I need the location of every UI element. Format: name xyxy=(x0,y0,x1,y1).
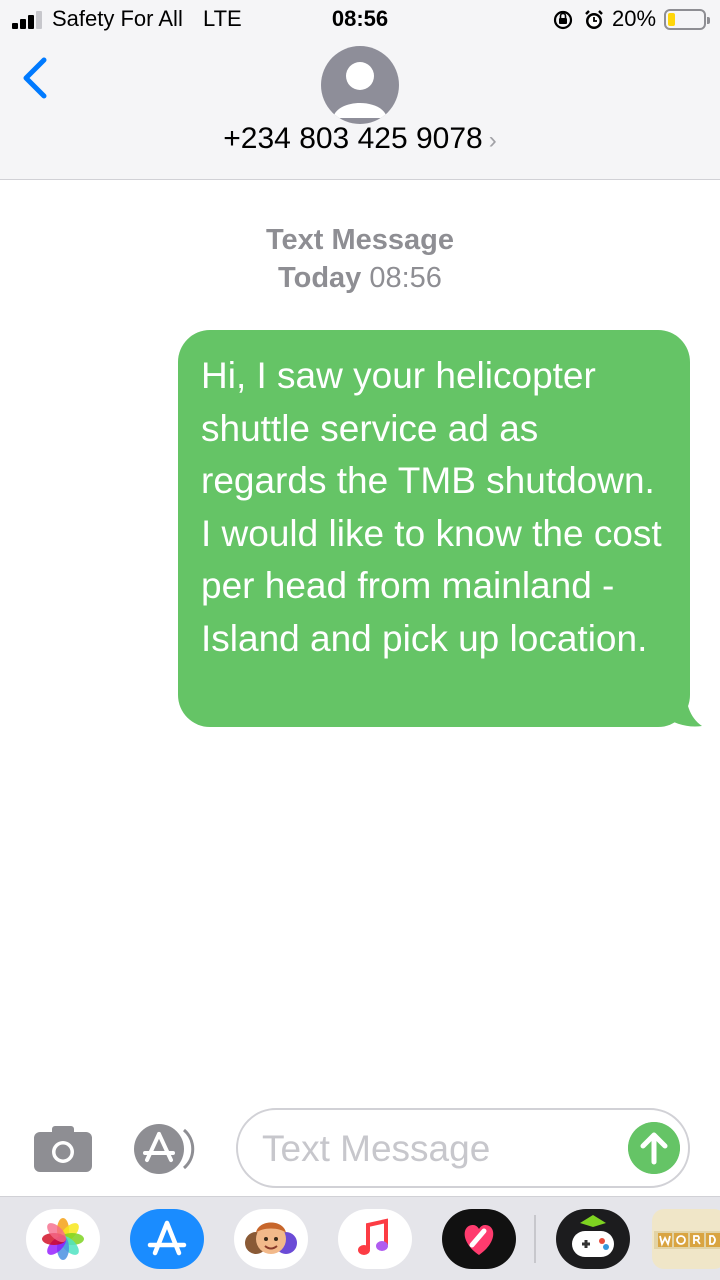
alarm-icon xyxy=(585,10,603,29)
word-game-icon[interactable] xyxy=(652,1209,720,1269)
app-drawer xyxy=(0,1196,720,1280)
outgoing-message-bubble[interactable]: Hi, I saw your helicopter shuttle servic… xyxy=(178,330,690,727)
music-icon[interactable] xyxy=(338,1209,412,1269)
photos-icon[interactable] xyxy=(26,1209,100,1269)
app-store-icon[interactable] xyxy=(132,1122,206,1176)
battery-fill xyxy=(668,13,675,26)
orientation-lock-icon xyxy=(553,10,573,30)
chevron-left-icon[interactable] xyxy=(16,50,56,106)
service-label: Text Message xyxy=(265,224,455,256)
battery-percent: 20% xyxy=(612,6,657,31)
message-input[interactable]: Text Message xyxy=(236,1108,690,1188)
battery-icon xyxy=(664,9,710,30)
chevron-right-icon: › xyxy=(488,127,497,154)
memoji-icon[interactable] xyxy=(234,1209,308,1269)
message-timestamp: Today 08:56 xyxy=(0,262,720,295)
contact-name: +234 803 425 9078 xyxy=(223,122,483,155)
contact-avatar[interactable] xyxy=(321,46,399,124)
game-icon[interactable] xyxy=(556,1209,630,1269)
digital-touch-icon[interactable] xyxy=(442,1209,516,1269)
camera-icon[interactable] xyxy=(32,1124,94,1174)
timestamp-time: 08:56 xyxy=(369,262,442,294)
message-input-placeholder: Text Message xyxy=(262,1128,491,1169)
navigation-header: Safety For All LTE 08:56 20% +234 803 42… xyxy=(0,0,720,180)
app-store-icon[interactable] xyxy=(130,1209,204,1269)
drawer-separator xyxy=(534,1215,536,1263)
status-bar: Safety For All LTE 08:56 20% xyxy=(0,0,720,40)
timestamp-day: Today xyxy=(278,262,362,294)
person-icon xyxy=(333,62,387,118)
send-arrow-icon[interactable] xyxy=(628,1122,680,1174)
contact-name-button[interactable]: +234 803 425 9078 › xyxy=(0,122,720,156)
orientation-lock-alarm-icons xyxy=(553,10,603,30)
